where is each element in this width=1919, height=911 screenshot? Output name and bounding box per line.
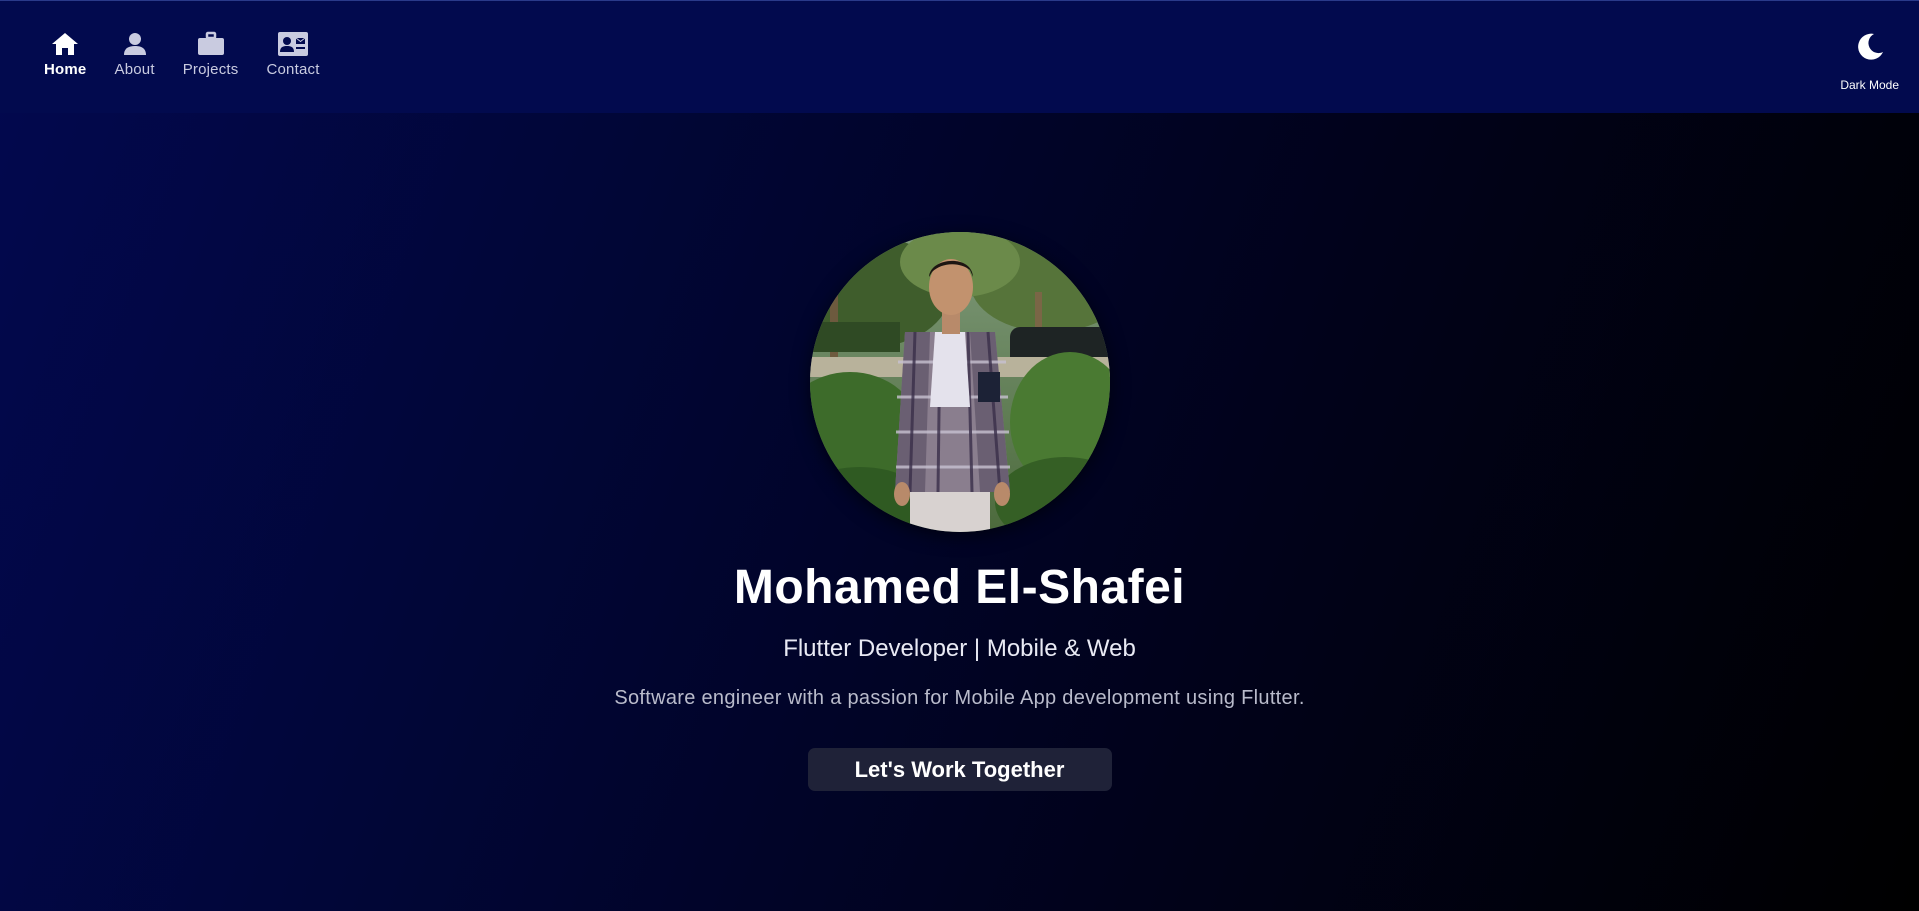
profile-role: Flutter Developer | Mobile & Web (783, 635, 1136, 662)
work-together-button[interactable]: Let's Work Together (807, 748, 1112, 791)
person-icon (121, 31, 149, 57)
dark-mode-toggle[interactable]: Dark Mode (1840, 31, 1899, 92)
nav-item-contact[interactable]: Contact (252, 31, 333, 78)
nav-item-label: Projects (182, 61, 239, 78)
profile-photo (809, 232, 1110, 532)
top-navbar: Home About Projects Contact Dark Mode (0, 0, 1919, 113)
nav-item-label: Home (44, 61, 87, 78)
profile-tagline: Software engineer with a passion for Mob… (614, 687, 1305, 709)
nav-item-projects[interactable]: Projects (169, 31, 253, 78)
moon-icon (1854, 31, 1886, 68)
nav-item-label: Contact (266, 61, 320, 78)
nav-item-label: About (114, 61, 155, 78)
dark-mode-label: Dark Mode (1840, 78, 1899, 92)
hero-section: Mohamed El-Shafei Flutter Developer | Mo… (0, 113, 1919, 791)
profile-name: Mohamed El-Shafei (733, 561, 1186, 614)
briefcase-icon (197, 31, 225, 57)
nav-item-home[interactable]: Home (30, 31, 100, 78)
main-nav: Home About Projects Contact (30, 31, 334, 78)
home-icon (51, 31, 79, 57)
contact-card-icon (277, 31, 309, 57)
nav-item-about[interactable]: About (100, 31, 168, 78)
